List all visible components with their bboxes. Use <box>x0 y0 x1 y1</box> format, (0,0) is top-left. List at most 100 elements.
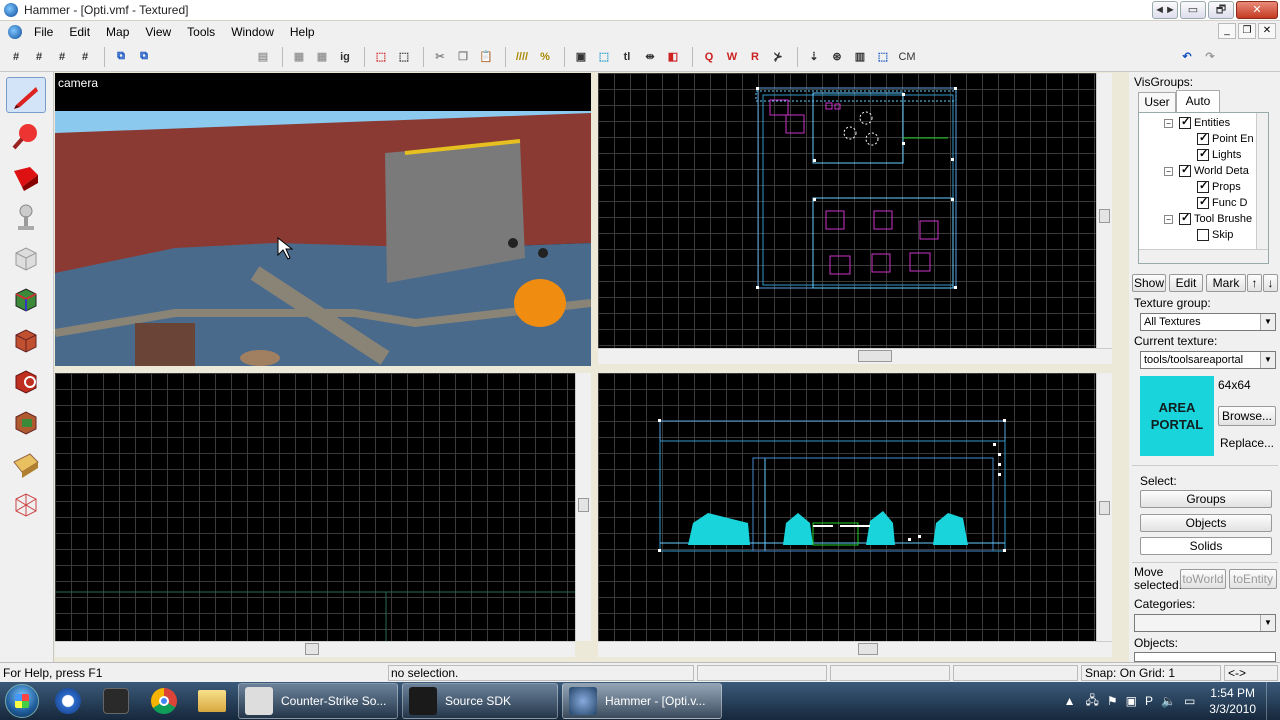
cubemap-button[interactable]: CM <box>896 47 918 67</box>
mdi-minimize-button[interactable]: _ <box>1218 23 1236 39</box>
selection-tool[interactable] <box>6 77 46 113</box>
decal-toggle-icon[interactable]: ⊁ <box>768 47 788 67</box>
camera-tool[interactable] <box>6 159 46 195</box>
show-hidden-icons[interactable]: ▲ <box>1064 694 1076 708</box>
tree-item-world-detail[interactable]: −World Deta <box>1164 163 1249 177</box>
grid-3d-icon[interactable]: # <box>29 47 49 67</box>
tree-item-lights[interactable]: Lights <box>1197 147 1241 161</box>
to-world-button[interactable]: toWorld <box>1180 569 1226 589</box>
close-button[interactable]: ✕ <box>1236 1 1278 19</box>
mark-button[interactable]: Mark <box>1206 274 1246 292</box>
tab-user[interactable]: User <box>1138 92 1176 112</box>
browse-button[interactable]: Browse... <box>1218 406 1276 426</box>
quick-hide-restore-icon[interactable]: R <box>745 47 765 67</box>
helpers-icon[interactable]: ◧ <box>663 47 683 67</box>
copy-icon[interactable]: ❐ <box>453 47 473 67</box>
pinned-steam-icon[interactable] <box>92 683 140 719</box>
toggle-textures-button[interactable]: tl <box>617 47 637 67</box>
objects-select[interactable] <box>1134 652 1276 662</box>
overlay-tool[interactable] <box>6 405 46 441</box>
tree-item-tool-brushes[interactable]: −Tool Brushe <box>1164 211 1252 225</box>
texture-scale-lock-icon[interactable]: % <box>535 47 555 67</box>
select-objects-button[interactable]: Objects <box>1140 514 1272 532</box>
carve-icon[interactable]: ⇹ <box>640 47 660 67</box>
categories-select[interactable]: ▼ <box>1134 614 1276 632</box>
texture-group-select[interactable]: All Textures ▼ <box>1140 313 1276 331</box>
hide-selected-icon[interactable]: ⬚ <box>371 47 391 67</box>
texture-preview[interactable]: AREA PORTAL <box>1140 376 1214 456</box>
current-texture-select[interactable]: tools/toolsareaportal ▼ <box>1140 351 1276 369</box>
cascade-windows-icon[interactable]: ⧉ <box>111 47 131 67</box>
hammer-app-icon[interactable] <box>4 3 18 17</box>
edit-button[interactable]: Edit <box>1169 274 1203 292</box>
undo-icon[interactable]: ↶ <box>1177 47 1197 67</box>
tree-item-skip[interactable]: Skip <box>1197 229 1233 241</box>
side-view-vscroll[interactable] <box>1096 373 1112 641</box>
show-button[interactable]: Show <box>1132 274 1166 292</box>
pinned-ie-icon[interactable] <box>44 683 92 719</box>
clock[interactable]: 1:54 PM 3/3/2010 <box>1209 685 1256 717</box>
top-view-vscroll[interactable] <box>1096 73 1112 348</box>
menu-view[interactable]: View <box>137 25 179 39</box>
camera-viewport[interactable]: camera <box>55 73 591 366</box>
select-groups-button[interactable]: Groups <box>1140 490 1272 508</box>
tray-p-icon[interactable]: P <box>1145 694 1153 708</box>
top-view-hscroll[interactable] <box>598 348 1112 364</box>
tree-hscroll[interactable] <box>1139 249 1268 263</box>
restore-arrows-button[interactable]: ◄► <box>1152 1 1178 19</box>
entity-tool[interactable] <box>6 200 46 236</box>
clipping-tool[interactable] <box>6 446 46 482</box>
front-view-hscroll[interactable] <box>55 641 575 657</box>
tab-auto[interactable]: Auto <box>1176 90 1220 112</box>
pinned-chrome-icon[interactable] <box>140 683 188 719</box>
grid-larger-icon[interactable]: # <box>75 47 95 67</box>
top-2d-viewport[interactable] <box>598 73 1112 348</box>
decal-tool[interactable] <box>6 364 46 400</box>
texture-application-tool[interactable] <box>6 282 46 318</box>
menu-map[interactable]: Map <box>98 25 137 39</box>
minimize-button[interactable]: ▭ <box>1180 1 1206 19</box>
show-all-icon[interactable]: ⬚ <box>394 47 414 67</box>
tray-network-icon[interactable]: 🖧 <box>1085 691 1098 712</box>
menu-file[interactable]: File <box>26 25 61 39</box>
ignore-groups-button[interactable]: ig <box>335 47 355 67</box>
front-2d-viewport[interactable] <box>55 373 575 641</box>
ungroup-icon[interactable]: ▦ <box>312 47 332 67</box>
side-view-hscroll[interactable] <box>598 641 1112 657</box>
load-pointfile-icon[interactable]: ⊛ <box>827 47 847 67</box>
to-entity-button[interactable]: toEntity <box>1229 569 1277 589</box>
paste-icon[interactable]: 📋 <box>476 47 496 67</box>
task-hammer[interactable]: Hammer - [Opti.v... <box>562 683 722 719</box>
pinned-explorer-icon[interactable] <box>188 683 236 719</box>
volume-icon[interactable]: 🔈 <box>1161 694 1176 708</box>
start-button[interactable] <box>0 682 44 720</box>
select-solids-button[interactable]: Solids <box>1140 537 1272 555</box>
show-desktop-button[interactable] <box>1266 682 1280 720</box>
task-source-sdk[interactable]: Source SDK <box>402 683 558 719</box>
tile-windows-icon[interactable]: ⧉ <box>134 47 154 67</box>
tray-monitor-icon[interactable]: ▭ <box>1184 694 1195 708</box>
tree-item-point-entities[interactable]: Point En <box>1197 131 1254 145</box>
front-view-vscroll[interactable] <box>575 373 591 641</box>
undo-toolbar-icon[interactable]: ▤ <box>253 47 273 67</box>
tray-device-icon[interactable]: ▣ <box>1126 694 1137 708</box>
move-up-button[interactable]: ↑ <box>1247 274 1262 292</box>
cordon-icon[interactable]: ▥ <box>850 47 870 67</box>
apply-current-texture-tool[interactable] <box>6 323 46 359</box>
entity-report-icon[interactable]: ⬚ <box>873 47 893 67</box>
task-counter-strike[interactable]: Counter-Strike So... <box>238 683 398 719</box>
run-map-icon[interactable]: ⇣ <box>804 47 824 67</box>
replace-button[interactable]: Replace... <box>1218 434 1276 454</box>
tree-item-entities[interactable]: −Entities <box>1164 115 1230 129</box>
menu-window[interactable]: Window <box>223 25 282 39</box>
document-icon[interactable] <box>8 24 22 39</box>
vertex-tool[interactable] <box>6 487 46 523</box>
block-tool[interactable] <box>6 241 46 277</box>
tree-vscroll[interactable] <box>1256 113 1268 249</box>
grid-toggle-icon[interactable]: # <box>6 47 26 67</box>
side-2d-viewport[interactable] <box>598 373 1112 641</box>
tray-flag-icon[interactable]: ⚑ <box>1107 694 1118 708</box>
mdi-close-button[interactable]: ✕ <box>1258 23 1276 39</box>
texture-lock-icon[interactable]: //// <box>512 47 532 67</box>
menu-edit[interactable]: Edit <box>61 25 98 39</box>
